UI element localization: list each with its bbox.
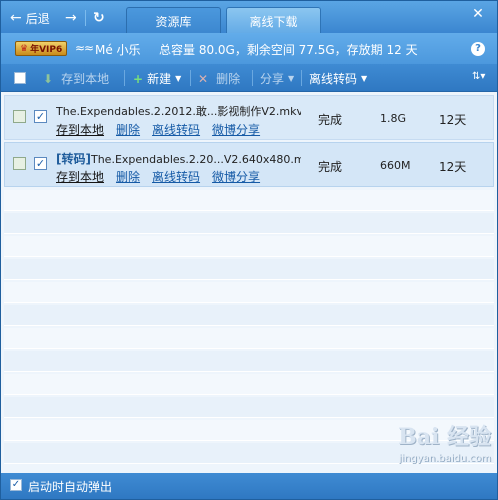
sort-icon: ⇅▾ bbox=[472, 71, 486, 82]
row-actions: 存到本地 删除 离线转码 微博分享 bbox=[56, 121, 272, 138]
empty-row bbox=[4, 259, 494, 280]
back-label: 后退 bbox=[25, 11, 50, 26]
share-button[interactable]: 分享 ▼ bbox=[260, 70, 294, 87]
arrow-left-icon: ← bbox=[10, 10, 22, 26]
row-actions: 存到本地 删除 离线转码 微博分享 bbox=[56, 168, 272, 185]
save-to-local-link[interactable]: 存到本地 bbox=[56, 121, 104, 138]
file-name: The.Expendables.2.2012.敢...影视制作V2.mkv bbox=[56, 103, 301, 119]
forward-button[interactable]: → bbox=[65, 9, 77, 27]
row-checkbox[interactable]: ✓ bbox=[34, 157, 47, 170]
empty-row bbox=[4, 190, 494, 211]
transcode-link[interactable]: 离线转码 bbox=[152, 121, 200, 138]
back-button[interactable]: ← 后退 bbox=[10, 9, 50, 27]
transcode-link[interactable]: 离线转码 bbox=[152, 168, 200, 185]
file-size: 660M bbox=[380, 159, 411, 172]
autostart-checkbox[interactable]: ✓ bbox=[10, 479, 22, 491]
close-icon: ✕ bbox=[472, 6, 484, 22]
toolbar-divider bbox=[301, 70, 302, 86]
empty-row bbox=[4, 305, 494, 326]
file-tag: [转码] bbox=[56, 152, 91, 166]
crown-icon: ♛ bbox=[20, 43, 29, 54]
file-name-text: The.Expendables.2.20...V2.640x480.mp4 bbox=[90, 153, 301, 166]
empty-row bbox=[4, 397, 494, 418]
retention-days: 12天 bbox=[439, 113, 467, 127]
toolbar-divider bbox=[252, 70, 253, 86]
refresh-button[interactable]: ↻ bbox=[93, 9, 105, 27]
share-label: 分享 bbox=[260, 72, 285, 86]
row-checkbox[interactable]: ✓ bbox=[34, 110, 47, 123]
weibo-share-link[interactable]: 微博分享 bbox=[212, 168, 260, 185]
delete-link[interactable]: 删除 bbox=[116, 168, 140, 185]
tab-label: 资源库 bbox=[155, 14, 192, 29]
bottom-bar: ✓ 启动时自动弹出 bbox=[1, 473, 497, 499]
account-bar: ♛ 年VIP6 ≈≈ Mé 小乐 总容量 80.0G，剩余空间 77.5G，存放… bbox=[1, 33, 497, 64]
file-name-text: The.Expendables.2.2012.敢...影视制作V2.mkv bbox=[56, 105, 301, 118]
signal-icon: ≈≈ bbox=[75, 41, 94, 55]
delete-icon: ✕ bbox=[198, 71, 209, 86]
tab-label: 离线下载 bbox=[249, 14, 298, 29]
toolbar-divider bbox=[190, 70, 191, 86]
sort-button[interactable]: ⇅▾ bbox=[472, 71, 485, 82]
save-to-local-button[interactable]: ⬇ 存到本地 bbox=[43, 70, 109, 87]
offline-download-window: ← 后退 → ↻ 资源库 离线下载 ✕ ♛ 年VIP6 ≈≈ Mé 小乐 总容量… bbox=[0, 0, 498, 500]
task-type-checkbox[interactable] bbox=[13, 110, 26, 123]
delete-label: 删除 bbox=[216, 72, 241, 86]
baidu-jingyan-watermark: Bai 经验 jingyan.baidu.com bbox=[341, 419, 491, 469]
weibo-share-link[interactable]: 微博分享 bbox=[212, 121, 260, 138]
vip-badge[interactable]: ♛ 年VIP6 bbox=[15, 41, 68, 56]
transcode-label: 离线转码 bbox=[309, 72, 358, 86]
empty-row bbox=[4, 213, 494, 234]
toolbar: ⬇ 存到本地 + 新建 ▼ ✕ 删除 分享 ▼ 离线转码 ▼ ⇅▾ bbox=[1, 64, 497, 92]
chevron-down-icon: ▼ bbox=[288, 74, 295, 83]
task-status: 完成 bbox=[318, 113, 343, 127]
empty-row bbox=[4, 351, 494, 372]
arrow-right-icon: → bbox=[65, 10, 77, 26]
help-icon[interactable]: ? bbox=[471, 42, 485, 56]
save-label: 存到本地 bbox=[61, 72, 110, 86]
tab-resource-library[interactable]: 资源库 bbox=[126, 7, 221, 34]
toolbar-divider bbox=[124, 70, 125, 86]
vip-badge-label: 年VIP6 bbox=[30, 45, 63, 55]
table-row[interactable]: ✓ [转码]The.Expendables.2.20...V2.640x480.… bbox=[4, 142, 494, 187]
delete-button[interactable]: ✕ 删除 bbox=[198, 70, 240, 87]
empty-row bbox=[4, 374, 494, 395]
watermark-brand: Bai 经验 bbox=[398, 424, 491, 450]
title-bar: ← 后退 → ↻ 资源库 离线下载 ✕ bbox=[1, 1, 497, 34]
refresh-icon: ↻ bbox=[93, 10, 105, 26]
watermark-url: jingyan.baidu.com bbox=[398, 453, 491, 464]
chevron-down-icon: ▼ bbox=[175, 74, 182, 83]
tab-offline-download[interactable]: 离线下载 bbox=[226, 7, 321, 34]
offline-transcode-button[interactable]: 离线转码 ▼ bbox=[309, 70, 367, 87]
autostart-label[interactable]: 启动时自动弹出 bbox=[28, 478, 112, 495]
new-task-button[interactable]: + 新建 ▼ bbox=[133, 70, 181, 87]
username[interactable]: Mé 小乐 bbox=[95, 41, 141, 58]
empty-row bbox=[4, 236, 494, 257]
delete-link[interactable]: 删除 bbox=[116, 121, 140, 138]
retention-days: 12天 bbox=[439, 160, 467, 174]
task-type-checkbox[interactable] bbox=[13, 157, 26, 170]
close-button[interactable]: ✕ bbox=[470, 6, 486, 22]
file-name: [转码]The.Expendables.2.20...V2.640x480.mp… bbox=[56, 150, 301, 167]
save-to-local-link[interactable]: 存到本地 bbox=[56, 168, 104, 185]
chevron-down-icon: ▼ bbox=[361, 74, 368, 83]
task-list: ✓ The.Expendables.2.2012.敢...影视制作V2.mkv … bbox=[1, 92, 497, 473]
table-row[interactable]: ✓ The.Expendables.2.2012.敢...影视制作V2.mkv … bbox=[4, 95, 494, 140]
empty-row bbox=[4, 282, 494, 303]
file-size: 1.8G bbox=[380, 112, 407, 125]
task-status: 完成 bbox=[318, 160, 343, 174]
nav-divider bbox=[85, 10, 86, 26]
empty-row bbox=[4, 328, 494, 349]
plus-icon: + bbox=[133, 71, 144, 86]
new-label: 新建 bbox=[147, 72, 172, 86]
download-icon: ⬇ bbox=[43, 71, 54, 86]
select-all-checkbox[interactable] bbox=[14, 72, 26, 84]
storage-quota: 总容量 80.0G，剩余空间 77.5G，存放期 12 天 bbox=[159, 43, 418, 57]
